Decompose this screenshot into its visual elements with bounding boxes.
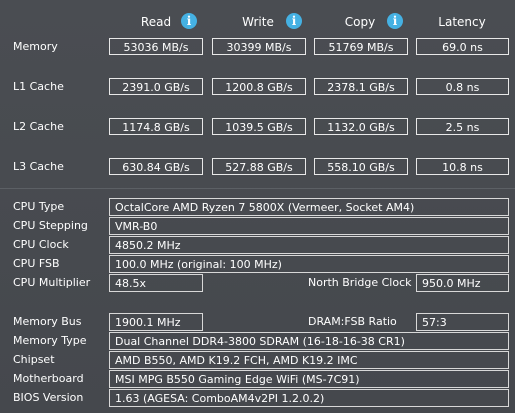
l3-write-value: 527.88 GB/s xyxy=(212,158,306,175)
memory-bus-label: Memory Bus xyxy=(13,315,82,328)
cpu-stepping-field: VMR-B0 xyxy=(109,217,509,235)
cpu-type-field: OctalCore AMD Ryzen 7 5800X (Vermeer, So… xyxy=(109,198,509,216)
l2-copy-value: 1132.0 GB/s xyxy=(314,118,408,135)
dram-fsb-ratio-field: 57:3 xyxy=(416,313,509,331)
memory-bus-field: 1900.1 MHz xyxy=(109,313,203,331)
memory-type-label: Memory Type xyxy=(13,334,87,347)
bios-version-field: 1.63 (AGESA: ComboAM4v2PI 1.2.0.2) xyxy=(109,389,509,407)
row-label-l2-cache: L2 Cache xyxy=(13,120,64,133)
memory-latency-value: 69.0 ns xyxy=(416,38,509,55)
section-divider xyxy=(0,188,515,189)
cpu-type-label: CPU Type xyxy=(13,200,65,213)
row-label-memory: Memory xyxy=(13,40,58,53)
l3-copy-value: 558.10 GB/s xyxy=(314,158,408,175)
motherboard-label: Motherboard xyxy=(13,372,84,385)
l2-latency-value: 2.5 ns xyxy=(416,118,509,135)
cpu-multiplier-field: 48.5x xyxy=(109,274,203,292)
north-bridge-clock-field: 950.0 MHz xyxy=(416,274,509,292)
row-label-l1-cache: L1 Cache xyxy=(13,80,64,93)
l1-latency-value: 0.8 ns xyxy=(416,78,509,95)
motherboard-field: MSI MPG B550 Gaming Edge WiFi (MS-7C91) xyxy=(109,370,509,388)
l1-write-value: 1200.8 GB/s xyxy=(212,78,306,95)
memory-copy-value: 51769 MB/s xyxy=(314,38,408,55)
cpu-fsb-field: 100.0 MHz (original: 100 MHz) xyxy=(109,255,509,273)
l1-copy-value: 2378.1 GB/s xyxy=(314,78,408,95)
header-latency: Latency xyxy=(438,15,486,29)
info-icon-read[interactable]: i xyxy=(181,13,197,29)
memory-read-value: 53036 MB/s xyxy=(109,38,203,55)
info-icon-write[interactable]: i xyxy=(286,13,302,29)
info-icon-copy[interactable]: i xyxy=(387,13,403,29)
bios-version-label: BIOS Version xyxy=(13,391,84,404)
cpu-clock-label: CPU Clock xyxy=(13,238,69,251)
dram-fsb-ratio-label: DRAM:FSB Ratio xyxy=(308,315,397,328)
memory-write-value: 30399 MB/s xyxy=(212,38,306,55)
north-bridge-clock-label: North Bridge Clock xyxy=(308,276,412,289)
cpu-clock-field: 4850.2 MHz xyxy=(109,236,509,254)
cpu-multiplier-label: CPU Multiplier xyxy=(13,276,91,289)
chipset-label: Chipset xyxy=(13,353,55,366)
l3-latency-value: 10.8 ns xyxy=(416,158,509,175)
cpu-fsb-label: CPU FSB xyxy=(13,257,60,270)
cpu-stepping-label: CPU Stepping xyxy=(13,219,88,232)
l2-read-value: 1174.8 GB/s xyxy=(109,118,203,135)
memory-type-field: Dual Channel DDR4-3800 SDRAM (16-18-16-3… xyxy=(109,332,509,350)
row-label-l3-cache: L3 Cache xyxy=(13,160,64,173)
chipset-field: AMD B550, AMD K19.2 FCH, AMD K19.2 IMC xyxy=(109,351,509,369)
l1-read-value: 2391.0 GB/s xyxy=(109,78,203,95)
l3-read-value: 630.84 GB/s xyxy=(109,158,203,175)
l2-write-value: 1039.5 GB/s xyxy=(212,118,306,135)
